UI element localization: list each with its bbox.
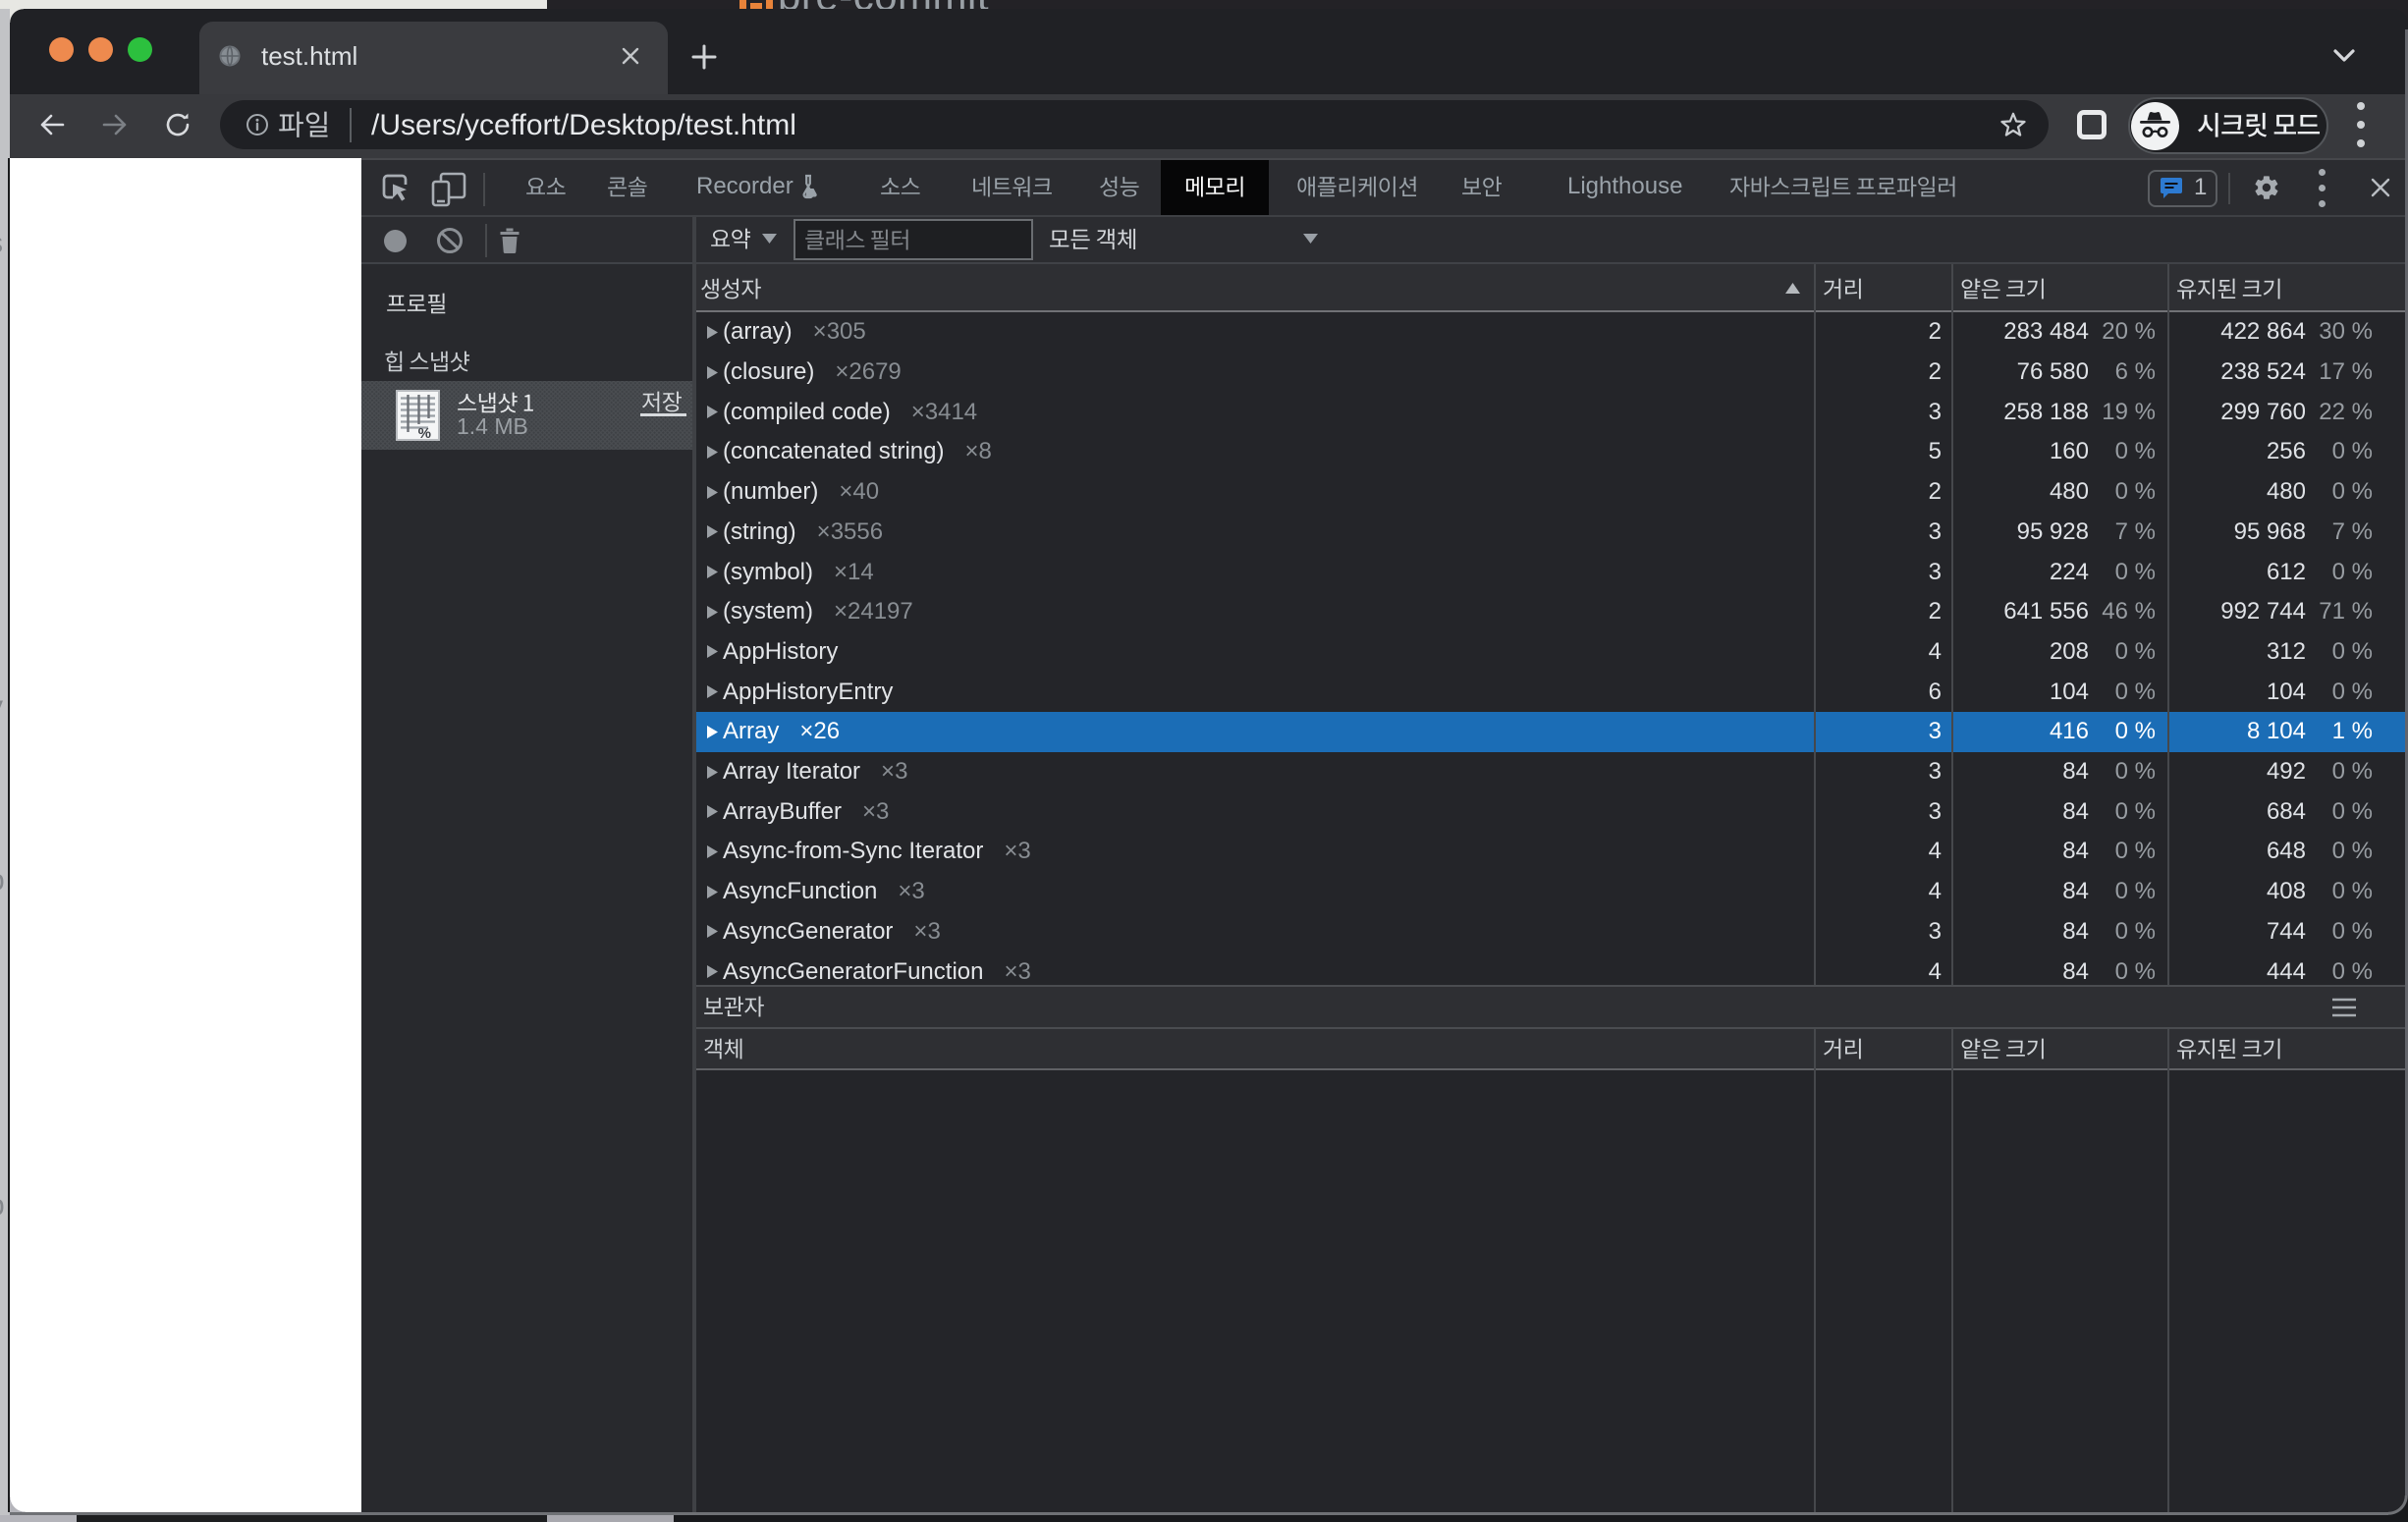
svg-text:%: % [418,425,431,441]
